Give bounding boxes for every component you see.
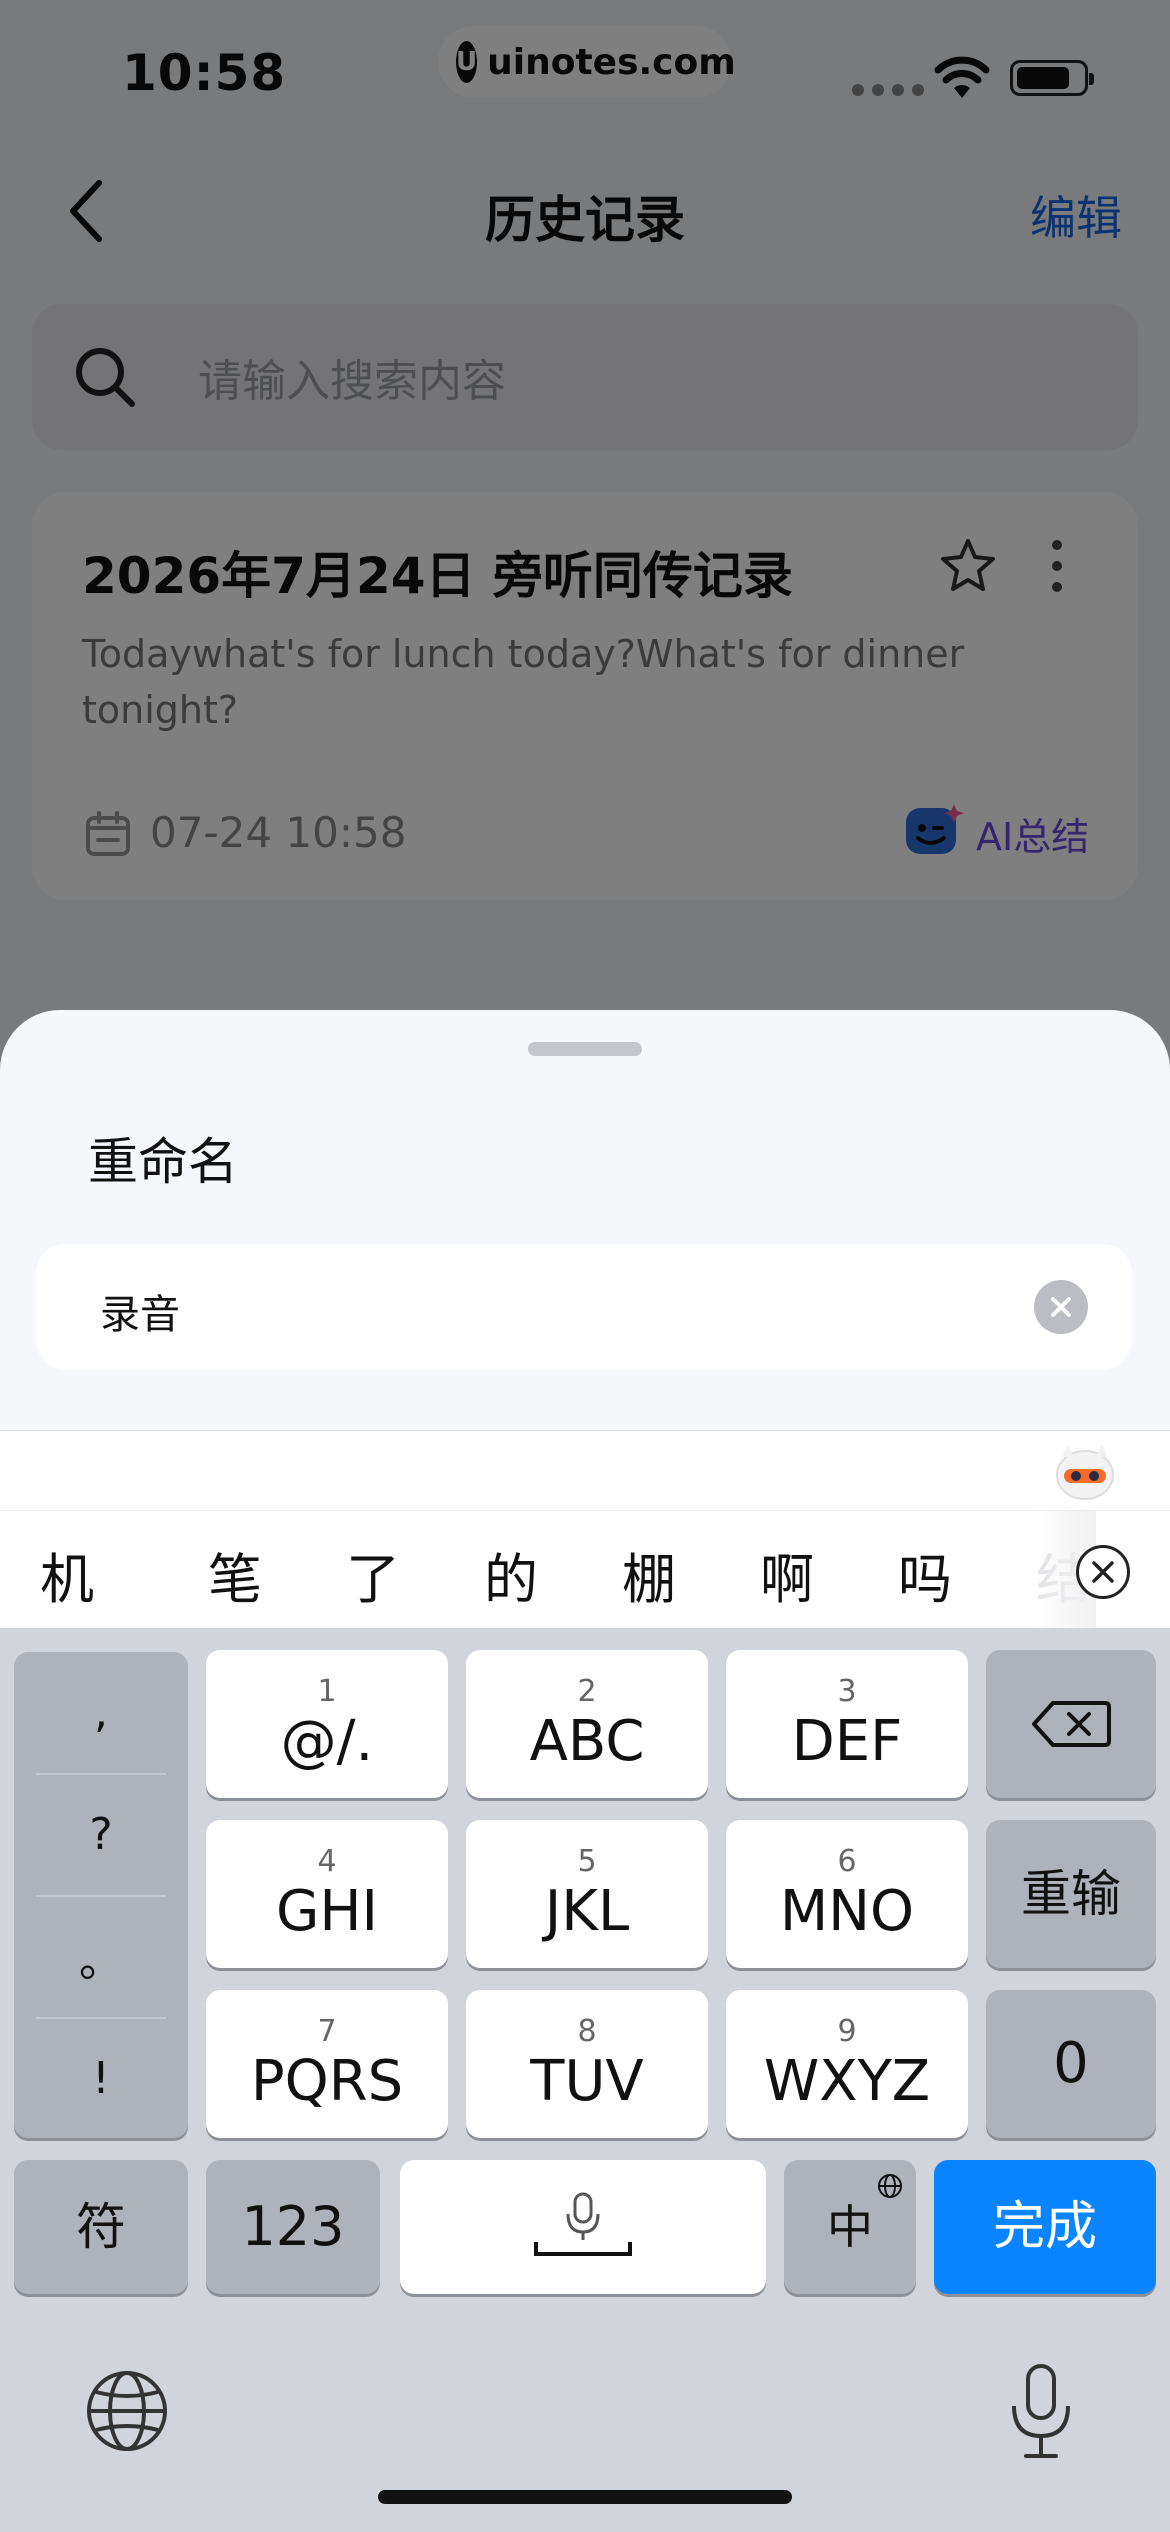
globe-small-icon (878, 2174, 902, 2198)
close-icon (1092, 1561, 1114, 1583)
symbols-key[interactable]: 符 (14, 2160, 188, 2294)
rename-input[interactable]: 录音 (36, 1244, 1132, 1370)
keyboard-mascot-icon[interactable] (1054, 1443, 1116, 1501)
key-7[interactable]: 7 PQRS (206, 1990, 448, 2138)
numbers-key[interactable]: 123 (206, 2160, 380, 2294)
rename-sheet: 重命名 录音 (0, 1010, 1170, 1430)
clear-icon (1051, 1297, 1071, 1317)
key-3[interactable]: 3 DEF (726, 1650, 968, 1798)
rename-input-value[interactable]: 录音 (100, 1282, 180, 1340)
candidate-word[interactable]: 了 (346, 1535, 400, 1614)
punct-comma-key[interactable]: , (14, 1652, 188, 1773)
key-4[interactable]: 4 GHI (206, 1820, 448, 1968)
done-key[interactable]: 完成 (934, 2160, 1156, 2294)
punctuation-column[interactable]: , ? 。 ! (14, 1652, 188, 2138)
key-0[interactable]: 0 (986, 1990, 1156, 2138)
candidate-word[interactable]: 啊 (760, 1535, 814, 1614)
key-5[interactable]: 5 JKL (466, 1820, 708, 1968)
key-1[interactable]: 1 @/. (206, 1650, 448, 1798)
punct-exclaim-key[interactable]: ! (14, 2018, 188, 2139)
keyboard-toolbar (0, 1430, 1170, 1510)
candidate-word[interactable]: 笔 (208, 1535, 262, 1614)
clear-button[interactable] (1034, 1280, 1088, 1334)
backspace-key[interactable] (986, 1650, 1156, 1798)
punct-question-key[interactable]: ? (14, 1774, 188, 1895)
backspace-icon (1032, 1701, 1111, 1747)
punct-period-key[interactable]: 。 (14, 1896, 188, 2017)
microphone-icon[interactable] (1004, 2362, 1078, 2460)
candidate-word[interactable]: 的 (484, 1535, 538, 1614)
candidate-word[interactable]: 吗 (898, 1535, 952, 1614)
key-2[interactable]: 2 ABC (466, 1650, 708, 1798)
globe-icon[interactable] (84, 2368, 170, 2454)
retype-key[interactable]: 重输 (986, 1820, 1156, 1968)
language-key[interactable]: 中 (784, 2160, 916, 2294)
candidate-bar: 机 笔 了 的 棚 啊 吗 结 (0, 1510, 1170, 1629)
sheet-title: 重命名 (88, 1133, 238, 1191)
key-6[interactable]: 6 MNO (726, 1820, 968, 1968)
candidate-word[interactable]: 机 (40, 1535, 94, 1614)
candidate-word[interactable]: 棚 (622, 1535, 676, 1614)
key-8[interactable]: 8 TUV (466, 1990, 708, 2138)
home-indicator[interactable] (378, 2490, 792, 2504)
space-mic-icon (534, 2192, 632, 2256)
space-key[interactable] (400, 2160, 766, 2294)
sheet-grabber[interactable] (528, 1042, 642, 1056)
key-9[interactable]: 9 WXYZ (726, 1990, 968, 2138)
keyboard: , ? 。 ! 1 @/. 2 ABC 3 DEF 4 GHI 5 JKL 6 MNO 重输… (0, 1628, 1170, 2532)
collapse-candidates-button[interactable] (1076, 1545, 1130, 1599)
